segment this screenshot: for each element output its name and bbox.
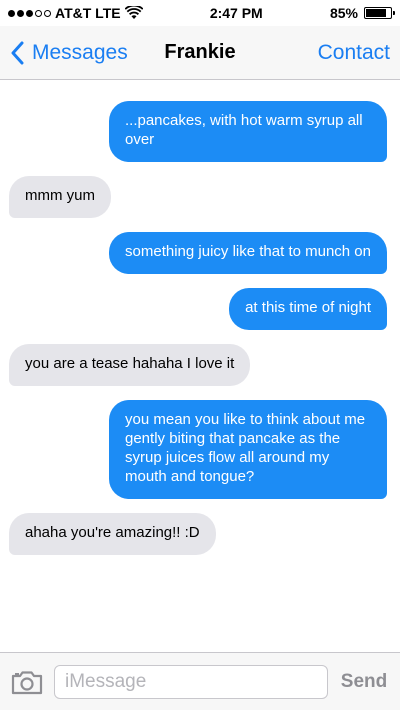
outgoing-message: at this time of night (9, 288, 387, 330)
incoming-message: ahaha you're amazing!! :D (9, 513, 387, 555)
message-bubble[interactable]: something juicy like that to munch on (109, 232, 387, 274)
signal-dot (17, 9, 24, 17)
message-bubble[interactable]: ahaha you're amazing!! :D (9, 513, 216, 555)
status-time: 2:47 PM (209, 5, 263, 21)
outgoing-message: ...pancakes, with hot warm syrup all ove… (9, 101, 387, 162)
incoming-message: mmm yum (9, 176, 387, 218)
signal-dot (44, 9, 51, 17)
battery-percent: 85% (329, 5, 358, 21)
messages-screen: AT&T LTE 2:47 PM 85% Messages Frankie Co… (0, 0, 400, 710)
carrier-label: AT&T LTE (55, 5, 121, 21)
composer-bar: Send (0, 652, 400, 710)
outgoing-message: something juicy like that to munch on (9, 232, 387, 274)
message-bubble[interactable]: ...pancakes, with hot warm syrup all ove… (109, 101, 387, 162)
send-button[interactable]: Send (338, 671, 390, 693)
status-bar: AT&T LTE 2:47 PM 85% (0, 0, 400, 26)
signal-dot (35, 9, 42, 17)
signal-strength-icon (8, 9, 51, 17)
message-bubble[interactable]: mmm yum (9, 176, 111, 218)
back-button-label: Messages (32, 40, 128, 64)
message-bubble[interactable]: at this time of night (229, 288, 387, 330)
message-bubble[interactable]: you mean you like to think about me gent… (109, 400, 387, 499)
navigation-bar: Messages Frankie Contact (0, 26, 400, 80)
wifi-icon (124, 6, 143, 19)
back-button[interactable]: Messages (10, 41, 128, 65)
message-input[interactable] (54, 664, 328, 699)
signal-dot (26, 9, 33, 17)
status-left: AT&T LTE (8, 5, 143, 21)
message-bubble[interactable]: you are a tease hahaha I love it (9, 344, 251, 386)
contact-button[interactable]: Contact (318, 41, 390, 65)
outgoing-message: you mean you like to think about me gent… (9, 400, 387, 499)
battery-icon (364, 7, 395, 19)
chevron-left-icon (11, 41, 24, 64)
battery-level-fill (366, 9, 387, 17)
status-right: 85% (329, 5, 395, 21)
message-thread[interactable]: ...pancakes, with hot warm syrup all ove… (0, 80, 400, 652)
incoming-message: you are a tease hahaha I love it (9, 344, 387, 386)
signal-dot (8, 9, 15, 17)
camera-icon[interactable] (10, 668, 44, 696)
